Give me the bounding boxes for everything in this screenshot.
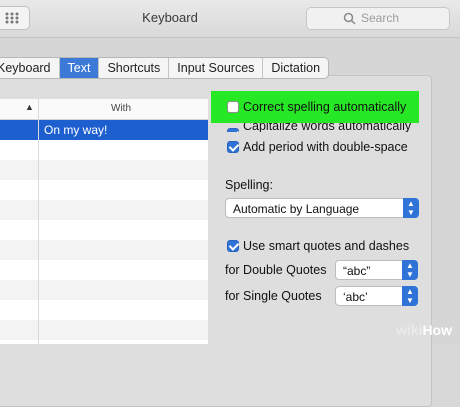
tab-bar: Keyboard Text Shortcuts Input Sources Di… — [0, 57, 330, 79]
table-row-empty — [0, 200, 208, 220]
capitalize-checkbox[interactable] — [227, 128, 239, 132]
correct-spelling-option[interactable]: Correct spelling automatically — [227, 100, 406, 114]
watermark-how: How — [422, 322, 452, 338]
smart-quotes-label: Use smart quotes and dashes — [243, 239, 410, 253]
column-divider — [38, 99, 39, 344]
single-quotes-select[interactable]: ‘abc’ ▲ ▼ — [335, 286, 418, 306]
single-quotes-value: ‘abc’ — [343, 290, 368, 304]
capitalize-option[interactable]: Capitalize words automatically — [227, 123, 411, 132]
sort-ascending-icon[interactable]: ▲ — [25, 102, 34, 112]
tab-text[interactable]: Text — [59, 58, 100, 78]
tab-input-sources[interactable]: Input Sources — [169, 58, 264, 78]
wikihow-watermark: wikiHow — [396, 322, 452, 338]
select-arrows-icon: ▲ ▼ — [402, 286, 418, 306]
select-arrows-icon: ▲ ▼ — [403, 198, 419, 218]
cell-with: On my way! — [44, 123, 108, 137]
replacements-table[interactable]: ▲ With On my way! — [0, 99, 208, 344]
table-row-empty — [0, 160, 208, 180]
table-row-empty — [0, 280, 208, 300]
tab-dictation[interactable]: Dictation — [263, 58, 328, 78]
double-quotes-label: for Double Quotes — [225, 263, 327, 277]
double-quotes-select[interactable]: “abc” ▲ ▼ — [335, 260, 418, 280]
search-placeholder: Search — [361, 11, 400, 25]
double-quotes-value: “abc” — [343, 264, 371, 278]
preferences-content: Keyboard Text Shortcuts Input Sources Di… — [0, 38, 460, 407]
smart-quotes-checkbox[interactable] — [227, 240, 239, 252]
table-row[interactable]: On my way! — [0, 120, 208, 140]
table-row-empty — [0, 320, 208, 340]
tab-keyboard[interactable]: Keyboard — [0, 58, 60, 78]
title-bar: Keyboard Search — [0, 0, 460, 38]
watermark-wiki: wiki — [395, 322, 423, 338]
correct-spelling-label: Correct spelling automatically — [243, 100, 407, 114]
spelling-label: Spelling: — [225, 178, 273, 192]
period-label: Add period with double-space — [243, 140, 408, 154]
table-header: ▲ With — [0, 99, 208, 120]
table-row-empty — [0, 240, 208, 260]
spelling-value: Automatic by Language — [233, 202, 360, 216]
capitalize-label: Capitalize words automatically — [243, 123, 412, 132]
correct-spelling-checkbox[interactable] — [227, 101, 239, 113]
search-icon — [343, 12, 356, 25]
single-quotes-label: for Single Quotes — [225, 289, 322, 303]
search-field[interactable]: Search — [306, 7, 450, 30]
smart-quotes-option[interactable]: Use smart quotes and dashes — [227, 239, 409, 253]
spelling-select[interactable]: Automatic by Language ▲ ▼ — [225, 198, 419, 218]
window-title: Keyboard — [142, 10, 198, 25]
tab-shortcuts[interactable]: Shortcuts — [99, 58, 170, 78]
period-option[interactable]: Add period with double-space — [227, 140, 408, 154]
column-header-with[interactable]: With — [111, 103, 131, 114]
select-arrows-icon: ▲ ▼ — [402, 260, 418, 280]
period-checkbox[interactable] — [227, 141, 239, 153]
